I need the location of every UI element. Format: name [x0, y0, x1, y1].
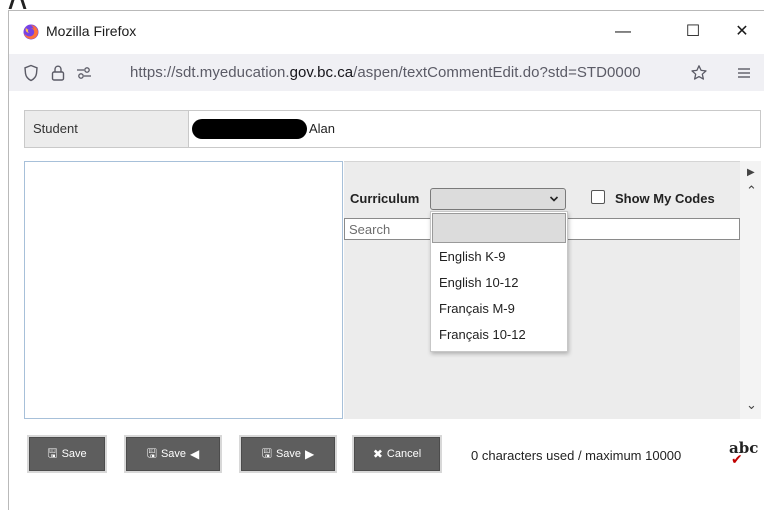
background-mark: [8, 0, 15, 9]
close-button[interactable]: ✕: [728, 19, 756, 45]
save-previous-label: Save: [160, 448, 187, 460]
firefox-logo-icon: [23, 24, 39, 40]
save-previous-button[interactable]: 🖫 Save ◀: [126, 437, 220, 471]
lock-icon[interactable]: [49, 64, 67, 82]
character-count: 0 characters used / maximum 10000: [471, 448, 682, 463]
floppy-disk-icon: 🖫: [47, 445, 58, 460]
save-button-label: Save: [61, 448, 87, 460]
expand-right-icon[interactable]: ▶: [747, 167, 755, 178]
browser-window: Mozilla Firefox — ☐ ✕ https://sdt.myeduc…: [0, 0, 764, 510]
maximize-button[interactable]: ☐: [679, 19, 707, 45]
dropdown-option-francais-m-9[interactable]: Français M-9: [431, 296, 567, 322]
floppy-disk-icon: 🖫: [261, 445, 272, 460]
curriculum-select[interactable]: [430, 188, 566, 210]
scroll-up-icon[interactable]: ⌃: [746, 183, 757, 199]
panel-scrollbar[interactable]: ▶ ⌃ ⌄: [740, 161, 761, 419]
comment-textarea[interactable]: [24, 161, 343, 419]
page-content: Student Alan ▶ ⌃ ⌄ Curriculum Show My Co…: [9, 91, 764, 510]
triangle-right-icon: ▶: [305, 447, 315, 461]
title-bar: Mozilla Firefox — ☐ ✕: [9, 11, 764, 53]
save-next-label: Save: [275, 448, 302, 460]
show-my-codes-checkbox[interactable]: [591, 190, 605, 204]
cancel-button[interactable]: ✖ Cancel: [354, 437, 440, 471]
menu-icon[interactable]: [735, 64, 753, 82]
shield-icon[interactable]: [22, 64, 40, 82]
dropdown-option-blank[interactable]: [432, 213, 566, 243]
student-label: Student: [25, 111, 189, 147]
triangle-left-icon: ◀: [190, 447, 200, 461]
url-bar[interactable]: https://sdt.myeducation.gov.bc.ca/aspen/…: [9, 54, 764, 91]
save-next-button[interactable]: 🖫 Save ▶: [241, 437, 335, 471]
chevron-down-icon: [549, 196, 559, 202]
curriculum-dropdown: English K-9 English 10-12 Français M-9 F…: [430, 211, 568, 352]
floppy-disk-icon: 🖫: [146, 445, 157, 460]
student-name: Alan: [309, 121, 336, 136]
save-button[interactable]: 🖫 Save: [29, 437, 105, 471]
x-icon: ✖: [372, 447, 383, 461]
minimize-button[interactable]: —: [609, 19, 637, 45]
dropdown-option-english-10-12[interactable]: English 10-12: [431, 270, 567, 296]
bookmark-star-icon[interactable]: [690, 64, 708, 82]
permissions-icon[interactable]: [75, 64, 93, 82]
scroll-down-icon[interactable]: ⌄: [746, 397, 757, 413]
curriculum-label: Curriculum: [350, 191, 420, 206]
background-mark: [20, 0, 27, 9]
window-title: Mozilla Firefox: [46, 23, 137, 39]
student-row: Student Alan: [24, 110, 761, 148]
url-text[interactable]: https://sdt.myeducation.gov.bc.ca/aspen/…: [130, 64, 641, 81]
cancel-button-label: Cancel: [386, 448, 422, 460]
dropdown-option-francais-10-12[interactable]: Français 10-12: [431, 322, 567, 348]
show-my-codes-label[interactable]: Show My Codes: [615, 191, 715, 206]
spellcheck-check-icon[interactable]: ✔: [731, 451, 743, 468]
redacted-name: [192, 119, 307, 139]
dropdown-option-english-k-9[interactable]: English K-9: [431, 244, 567, 270]
